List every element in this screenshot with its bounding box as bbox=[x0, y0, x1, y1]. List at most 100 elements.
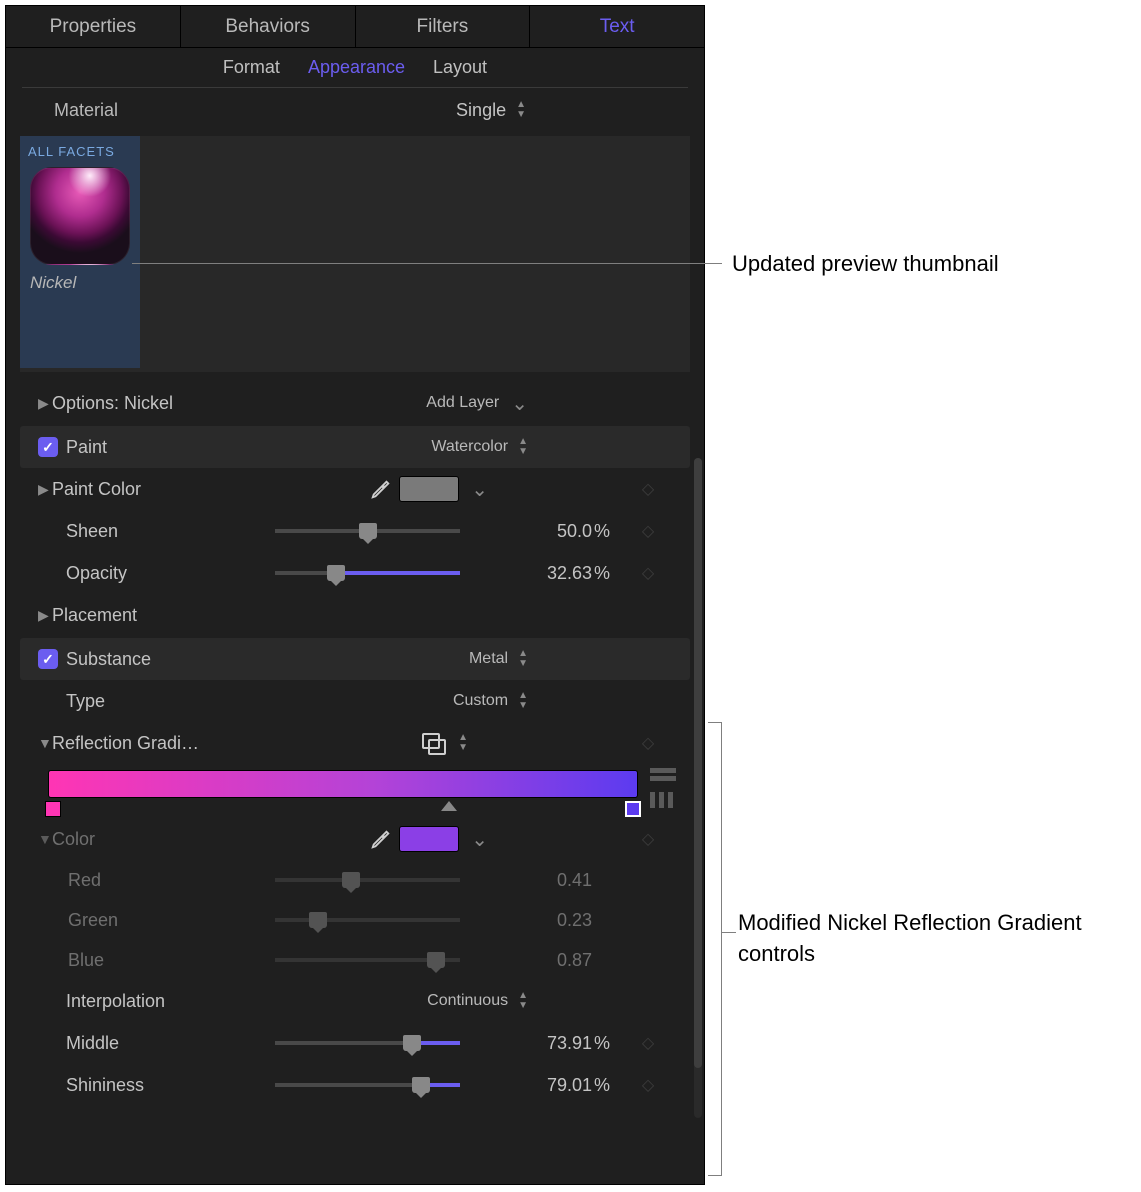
sheen-slider[interactable] bbox=[275, 529, 460, 533]
substance-section-header: ✓ Substance Metal ▲▼ bbox=[20, 638, 690, 680]
chevron-down-icon[interactable]: ⌄ bbox=[465, 477, 488, 502]
options-label[interactable]: Options: Nickel bbox=[52, 393, 173, 414]
tab-behaviors[interactable]: Behaviors bbox=[181, 6, 356, 47]
subtab-appearance[interactable]: Appearance bbox=[308, 57, 405, 78]
placement-label[interactable]: Placement bbox=[52, 605, 137, 626]
paint-section-header: ✓ Paint Watercolor ▲▼ bbox=[20, 426, 690, 468]
add-layer-popup[interactable]: Add Layer ⌄ bbox=[426, 391, 528, 416]
paint-color-label: Paint Color bbox=[52, 479, 141, 500]
paint-type-popup[interactable]: Watercolor ▲▼ bbox=[431, 437, 528, 457]
material-value: Single bbox=[456, 100, 506, 121]
paint-type-value: Watercolor bbox=[431, 438, 508, 456]
keyframe-icon[interactable]: ◇ bbox=[618, 829, 678, 849]
type-row: Type Custom ▲▼ bbox=[20, 680, 690, 722]
red-row: Red 0.41 ◇ bbox=[20, 860, 690, 900]
type-value: Custom bbox=[453, 692, 508, 710]
reflection-gradient-label: Reflection Gradi… bbox=[52, 733, 199, 754]
interpolation-popup[interactable]: Continuous ▲▼ bbox=[427, 991, 528, 1011]
disclosure-icon[interactable]: ▶ bbox=[38, 395, 52, 412]
eyedropper-icon[interactable] bbox=[363, 828, 399, 850]
middle-label: Middle bbox=[66, 1033, 119, 1054]
updown-icon: ▲▼ bbox=[454, 733, 468, 753]
inspector-panel: Properties Behaviors Filters Text Format… bbox=[5, 5, 705, 1185]
keyframe-icon[interactable]: ◇ bbox=[618, 733, 678, 753]
updown-icon: ▲▼ bbox=[514, 991, 528, 1011]
gradient-editor[interactable] bbox=[48, 770, 638, 798]
blue-label: Blue bbox=[68, 950, 104, 971]
chevron-down-icon[interactable]: ⌄ bbox=[465, 827, 488, 852]
middle-slider[interactable] bbox=[275, 1041, 460, 1045]
scrollbar[interactable] bbox=[694, 458, 702, 1118]
paint-label: Paint bbox=[66, 437, 107, 458]
substance-checkbox[interactable]: ✓ bbox=[38, 649, 58, 669]
shininess-value[interactable]: 79.01 bbox=[474, 1075, 592, 1096]
type-popup[interactable]: Custom ▲▼ bbox=[453, 691, 528, 711]
percent-unit: % bbox=[592, 521, 618, 542]
material-popup[interactable]: Single ▲▼ bbox=[456, 100, 526, 121]
tab-text[interactable]: Text bbox=[530, 6, 704, 47]
keyframe-icon[interactable]: ◇ bbox=[618, 563, 678, 583]
substance-popup[interactable]: Metal ▲▼ bbox=[469, 649, 528, 669]
gradient-stop-left[interactable] bbox=[45, 801, 61, 817]
all-facets-badge: ALL FACETS bbox=[20, 136, 140, 163]
distribute-stops-button[interactable] bbox=[650, 792, 676, 808]
reverse-gradient-button[interactable] bbox=[650, 768, 676, 782]
type-label: Type bbox=[66, 691, 105, 712]
material-row: Material Single ▲▼ bbox=[6, 88, 704, 132]
gradient-stop-right[interactable] bbox=[625, 801, 641, 817]
opacity-label: Opacity bbox=[66, 563, 127, 584]
inspector-tabs: Properties Behaviors Filters Text bbox=[6, 6, 704, 48]
red-label: Red bbox=[68, 870, 101, 891]
keyframe-icon[interactable]: ◇ bbox=[618, 521, 678, 541]
green-row: Green 0.23 ◇ bbox=[20, 900, 690, 940]
keyframe-icon[interactable]: ◇ bbox=[618, 1033, 678, 1053]
color-well[interactable] bbox=[399, 826, 459, 852]
scrollbar-thumb[interactable] bbox=[694, 458, 702, 1068]
percent-unit: % bbox=[592, 1033, 618, 1054]
gradient-preset-popup[interactable]: ▲▼ bbox=[422, 733, 468, 753]
chevron-down-icon: ⌄ bbox=[505, 391, 528, 416]
updown-icon: ▲▼ bbox=[514, 437, 528, 457]
material-thumbnail-area: ALL FACETS Nickel bbox=[20, 136, 690, 372]
updown-icon: ▲▼ bbox=[514, 649, 528, 669]
blue-value[interactable]: 0.87 bbox=[474, 950, 592, 971]
shininess-row: Shininess 79.01 % ◇ bbox=[20, 1064, 690, 1106]
tab-filters[interactable]: Filters bbox=[356, 6, 531, 47]
green-value[interactable]: 0.23 bbox=[474, 910, 592, 931]
paint-color-well[interactable] bbox=[399, 476, 459, 502]
subtab-layout[interactable]: Layout bbox=[433, 57, 487, 78]
eyedropper-icon[interactable] bbox=[363, 478, 399, 500]
opacity-slider[interactable] bbox=[275, 571, 460, 575]
disclosure-icon[interactable]: ▼ bbox=[38, 831, 52, 847]
gradient-midpoint[interactable] bbox=[441, 801, 457, 811]
paint-checkbox[interactable]: ✓ bbox=[38, 437, 58, 457]
sheen-value[interactable]: 50.0 bbox=[474, 521, 592, 542]
red-value[interactable]: 0.41 bbox=[474, 870, 592, 891]
disclosure-icon[interactable]: ▶ bbox=[38, 607, 52, 624]
keyframe-icon[interactable]: ◇ bbox=[618, 1075, 678, 1095]
tab-properties[interactable]: Properties bbox=[6, 6, 181, 47]
substance-label: Substance bbox=[66, 649, 151, 670]
red-slider[interactable] bbox=[275, 878, 460, 882]
blue-slider[interactable] bbox=[275, 958, 460, 962]
callout-reflection-text: Modified Nickel Reflection Gradient cont… bbox=[738, 908, 1118, 970]
callout-preview-text: Updated preview thumbnail bbox=[732, 251, 999, 277]
shininess-slider[interactable] bbox=[275, 1083, 460, 1087]
green-slider[interactable] bbox=[275, 918, 460, 922]
interpolation-row: Interpolation Continuous ▲▼ bbox=[20, 980, 690, 1022]
interpolation-value: Continuous bbox=[427, 992, 508, 1010]
opacity-value[interactable]: 32.63 bbox=[474, 563, 592, 584]
material-preview-thumbnail bbox=[30, 167, 130, 265]
material-label: Material bbox=[54, 100, 118, 121]
material-name: Nickel bbox=[20, 265, 140, 293]
color-row: ▼ Color ⌄ ◇ bbox=[20, 818, 690, 860]
keyframe-icon[interactable]: ◇ bbox=[618, 479, 678, 499]
add-layer-label: Add Layer bbox=[426, 394, 499, 412]
disclosure-icon[interactable]: ▼ bbox=[38, 735, 52, 751]
middle-value[interactable]: 73.91 bbox=[474, 1033, 592, 1054]
interpolation-label: Interpolation bbox=[66, 991, 165, 1012]
updown-icon: ▲▼ bbox=[512, 100, 526, 120]
material-card[interactable]: ALL FACETS Nickel bbox=[20, 136, 140, 368]
disclosure-icon[interactable]: ▶ bbox=[38, 481, 52, 498]
subtab-format[interactable]: Format bbox=[223, 57, 280, 78]
